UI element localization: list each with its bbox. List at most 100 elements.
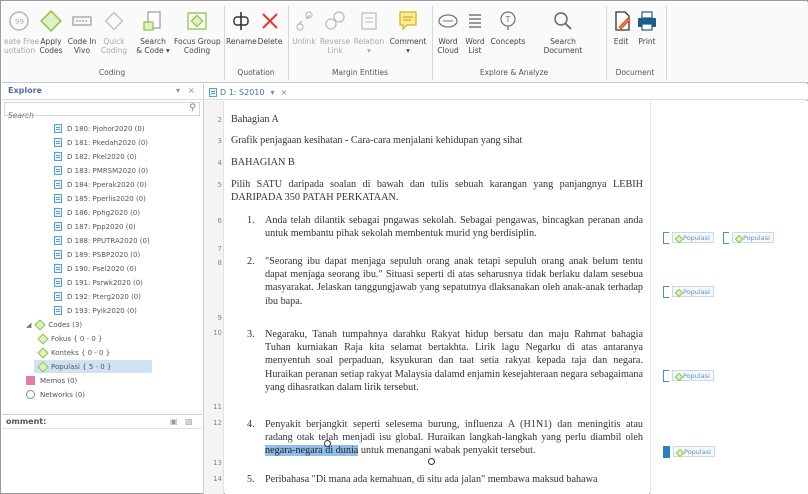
code-diamond-icon <box>40 10 62 32</box>
quotation-bracket-icon <box>663 231 669 244</box>
tree-item-document[interactable]: D 183: PMRSM2020 (0) <box>54 164 148 177</box>
document-tab-bar: D 1: S2010 ▾ × <box>204 84 808 100</box>
concepts-button[interactable]: T Concepts <box>488 6 528 64</box>
network-icon <box>26 390 35 399</box>
line-number: 12 <box>213 419 222 427</box>
print-button[interactable]: Print <box>633 6 661 64</box>
document-icon <box>54 180 62 189</box>
tree-item-document[interactable]: D 192: Pterg2020 (0) <box>54 290 141 303</box>
tab-document-d1[interactable]: D 1: S2010 ▾ × <box>209 85 287 99</box>
tree-item-document[interactable]: D 189: PSBP2020 (0) <box>54 248 140 261</box>
tree-item-document[interactable]: D 181: Pkedah2020 (0) <box>54 136 148 149</box>
line-number: 9 <box>217 314 222 322</box>
rename-icon <box>233 12 249 30</box>
word-list-button[interactable]: Word List <box>462 6 488 64</box>
delete-x-icon <box>262 13 278 29</box>
comment-button[interactable]: Comment ▾ <box>388 6 428 64</box>
tree-item-document[interactable]: D 191: Psrwk2020 (0) <box>54 276 143 289</box>
selected-text-highlight[interactable]: negara-negara di dunia <box>265 445 359 457</box>
comment-save-icon[interactable]: ▧ <box>185 417 193 426</box>
line-number: 13 <box>213 459 222 467</box>
svg-text:T: T <box>505 15 511 24</box>
document-icon <box>54 264 62 273</box>
quotation-bracket-icon <box>663 369 669 382</box>
code-diamond-icon <box>38 362 47 371</box>
tree-item-document[interactable]: D 185: Pperlis2020 (0) <box>54 192 146 205</box>
tree-item-codes-group[interactable]: ◢ Codes (3) <box>26 318 82 331</box>
tree-item-document[interactable]: D 187: Ppp2020 (0) <box>54 220 136 233</box>
selection-end-handle[interactable] <box>428 458 435 465</box>
tree-item-memos[interactable]: Memos (0) <box>26 374 77 387</box>
reverse-link-button[interactable]: Reverse Link <box>318 6 352 64</box>
margin-code-tag[interactable]: Populasi <box>723 231 774 244</box>
code-diamond-icon <box>38 348 47 357</box>
margin-code-tag[interactable]: Populasi <box>663 369 714 382</box>
tab-dropdown-icon[interactable]: ▾ <box>270 88 274 97</box>
search-document-button[interactable]: Search Document <box>538 6 588 64</box>
quick-coding-button[interactable]: Quick Coding <box>98 6 130 64</box>
explore-pin-dropdown[interactable]: ▾ <box>176 86 180 95</box>
group-separator <box>606 6 607 80</box>
tree-item-networks[interactable]: Networks (0) <box>26 388 85 401</box>
doc-line-4: BAHAGIAN B <box>231 157 295 168</box>
tree-item-document[interactable]: D 184: Pperak2020 (0) <box>54 178 147 191</box>
quotation-bracket-icon <box>723 231 729 244</box>
explore-title: Explore <box>8 86 42 95</box>
edit-button[interactable]: Edit <box>609 6 633 64</box>
quotation-bubble-icon: 99 <box>9 11 29 31</box>
group-label-margin-entities: Margin Entities <box>331 68 389 77</box>
code-diamond-icon <box>675 289 681 295</box>
document-icon <box>54 124 62 133</box>
comment-title: omment: <box>6 417 47 426</box>
relation-button[interactable]: Relation ▾ <box>352 6 386 64</box>
search-icon <box>554 12 572 30</box>
printer-icon <box>638 11 656 31</box>
relation-icon <box>361 12 377 30</box>
search-code-icon <box>143 11 161 31</box>
quotation-bracket-icon <box>663 285 669 298</box>
doc-line-3: Grafik penjagaan kesihatan - Cara-cara m… <box>231 135 523 146</box>
line-number: 7 <box>217 245 222 253</box>
apply-codes-button[interactable]: Apply Codes <box>36 6 66 64</box>
unlink-button[interactable]: Unlink <box>290 6 318 64</box>
document-icon <box>54 278 62 287</box>
doc-line-5: Pilih SATU daripada soalan di bawah dan … <box>231 179 643 204</box>
line-number: 11 <box>213 403 222 411</box>
delete-button[interactable]: Delete <box>256 6 284 64</box>
group-label-quotation: Quotation <box>237 68 275 77</box>
tree-item-document[interactable]: D 186: Pphg2020 (0) <box>54 206 140 219</box>
rename-button[interactable]: Rename <box>226 6 257 64</box>
group-label-explore-analyze: Explore & Analyze <box>479 68 549 77</box>
tree-item-code[interactable]: Konteks { 0 - 0 } <box>38 346 110 359</box>
word-cloud-button[interactable]: Word Cloud <box>434 6 462 64</box>
explore-tree: D 180: Pjohor2020 (0) D 181: Pkedah2020 … <box>2 118 202 408</box>
tree-item-document[interactable]: D 193: Pyik2020 (0) <box>54 304 137 317</box>
tree-item-document[interactable]: D 182: Pkel2020 (0) <box>54 150 137 163</box>
tree-item-document[interactable]: D 190: Psel2020 (0) <box>54 262 137 275</box>
tab-close-icon[interactable]: × <box>280 88 287 97</box>
margin-code-tag[interactable]: Populasi <box>663 285 714 298</box>
collapse-arrow-icon[interactable]: ◢ <box>26 321 31 329</box>
line-number: 3 <box>217 137 222 145</box>
focus-group-icon <box>187 12 207 30</box>
document-content[interactable]: Bahagian A Grafik penjagaan kesihatan - … <box>225 101 649 494</box>
line-number-gutter: 2 3 4 5 6 7 8 9 10 11 12 13 14 <box>204 101 224 494</box>
explore-close-button[interactable]: × <box>188 86 195 95</box>
search-and-code-button[interactable]: Search & Code ▾ <box>135 6 171 64</box>
selection-start-handle[interactable] <box>324 440 331 447</box>
document-icon <box>54 250 62 259</box>
margin-code-tag[interactable]: Populasi <box>663 231 714 244</box>
document-icon <box>54 292 62 301</box>
word-list-icon <box>469 14 481 28</box>
code-in-vivo-button[interactable]: Code In Vivo <box>66 6 98 64</box>
document-icon <box>54 194 62 203</box>
margin-code-tag-active[interactable]: Populasi <box>663 445 715 458</box>
tree-item-document[interactable]: D 188: PPUTRA2020 (0) <box>54 234 150 247</box>
focus-group-coding-button[interactable]: Focus Group Coding <box>174 6 221 64</box>
document-icon <box>54 166 62 175</box>
comment-edit-icon[interactable]: ▣ <box>170 417 178 426</box>
create-free-quotation-button[interactable]: 99 eate Free uotation <box>4 6 39 64</box>
tree-item-code-selected[interactable]: Populasi { 5 - 0 } <box>34 360 152 373</box>
tree-item-document[interactable]: D 180: Pjohor2020 (0) <box>54 122 145 135</box>
tree-item-code[interactable]: Fokus { 0 - 0 } <box>38 332 102 345</box>
